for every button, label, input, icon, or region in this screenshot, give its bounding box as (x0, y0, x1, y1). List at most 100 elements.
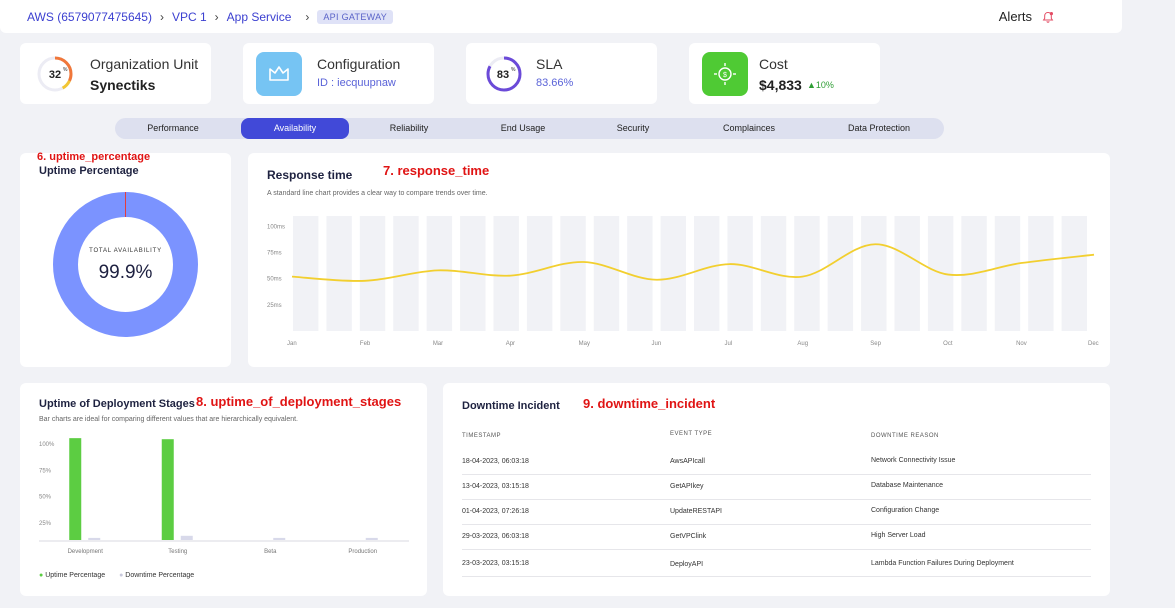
bell-icon[interactable] (1042, 11, 1054, 23)
header-timestamp: TIMESTAMP (462, 433, 502, 439)
sla-value: 83.66% (536, 77, 574, 89)
grid-column (426, 216, 453, 331)
configuration-title: Configuration (317, 56, 401, 72)
header-event-type: EVENT TYPE (670, 431, 713, 437)
grid-column (293, 216, 319, 331)
grid-column (326, 216, 352, 331)
legend-uptime: ● Uptime Percentage (39, 572, 105, 579)
header-downtime-reason: DOWNTIME REASON (871, 433, 939, 439)
downtime-incident-annotation: 9. downtime_incident (583, 396, 716, 411)
tab-security[interactable]: Security (579, 118, 687, 139)
cell-timestamp: 01-04-2023, 07:26:18 (462, 508, 529, 515)
cost-title: Cost (759, 56, 788, 72)
tab-complainces[interactable]: Complainces (693, 118, 805, 139)
cell-timestamp: 18-04-2023, 06:03:18 (462, 458, 529, 465)
tab-end-usage[interactable]: End Usage (469, 118, 577, 139)
cell-timestamp: 29-03-2023, 06:03:18 (462, 533, 529, 540)
sla-ring-value: 83 (497, 69, 509, 81)
configuration-id: ID : iecquupnaw (317, 77, 396, 89)
grid-column (359, 216, 386, 331)
deployment-stages-bar-chart: 100% 75% 50% 25% Development Testing Beta Produ… (39, 438, 409, 555)
y-tick-label: 100ms (267, 224, 285, 230)
response-time-line-chart: 100ms 75ms 50ms 25ms Jan Feb Mar Apr May Jun Jul Au… (267, 216, 1099, 347)
breadcrumb-item-aws[interactable]: AWS (6579077475645) (27, 10, 152, 24)
uptime-center-label: TOTAL AVAILABILITY (89, 248, 162, 254)
breadcrumb-item-vpc[interactable]: VPC 1 (172, 10, 207, 24)
breadcrumb-current: API GATEWAY (317, 10, 394, 24)
grid-column (694, 216, 720, 331)
x-tick-label: Testing (168, 549, 187, 555)
breadcrumb-item-app-service[interactable]: App Service (227, 10, 292, 24)
chevron-right-icon: › (305, 10, 310, 24)
cost-change-badge: ▲10% (807, 80, 834, 90)
grid-column (660, 216, 686, 331)
grid-column (1061, 216, 1087, 331)
grid-column (627, 216, 653, 331)
tab-data-protection[interactable]: Data Protection (821, 118, 937, 139)
y-tick-label: 50ms (267, 277, 282, 283)
org-unit-card[interactable]: 32 % Organization Unit Synectiks (20, 43, 211, 104)
downtime-bar (273, 537, 286, 540)
cost-card[interactable]: $ Cost $4,833 ▲10% (689, 43, 880, 104)
x-tick-label: Oct (943, 341, 953, 347)
grid-column (493, 216, 519, 331)
downtime-bar (365, 537, 378, 540)
x-tick-label: Apr (506, 341, 515, 347)
grid-column (994, 216, 1021, 331)
grid-column (727, 216, 753, 331)
breadcrumb: AWS (6579077475645) › VPC 1 › App Servic… (27, 10, 394, 24)
y-tick-label: 25% (39, 521, 52, 527)
x-tick-label: Mar (433, 341, 443, 347)
y-tick-label: 100% (39, 442, 55, 448)
configuration-card[interactable]: Configuration ID : iecquupnaw (243, 43, 434, 104)
uptime-center-value: 99.9% (98, 262, 153, 283)
x-tick-label: Dec (1088, 341, 1099, 347)
uptime-annotation: 6. uptime_percentage (37, 151, 151, 163)
uptime-title: Uptime Percentage (39, 165, 139, 177)
sla-ring-unit: % (511, 67, 516, 73)
x-tick-label: Aug (797, 341, 808, 347)
tab-availability[interactable]: Availability (241, 118, 349, 139)
legend-dot-icon: ● (119, 572, 124, 579)
x-tick-label: May (579, 341, 590, 347)
downtime-incident-card: Downtime Incident 9. downtime_incident T… (443, 383, 1110, 596)
top-bar: AWS (6579077475645) › VPC 1 › App Servic… (0, 0, 1122, 33)
grid-column (526, 216, 553, 331)
svg-text:$: $ (723, 72, 727, 79)
cell-event-type: AwsAPIcall (670, 458, 705, 465)
tab-reliability[interactable]: Reliability (355, 118, 463, 139)
downtime-bar (88, 537, 101, 540)
org-ring-value: 32 (49, 69, 61, 81)
cell-event-type: UpdateRESTAPI (670, 508, 723, 515)
grid-column (861, 216, 887, 331)
alerts-label: Alerts (998, 9, 1032, 24)
row-divider (462, 549, 1091, 550)
alerts-button[interactable]: Alerts (999, 9, 1054, 24)
dollar-icon: $ (702, 52, 748, 96)
chevron-right-icon: › (159, 10, 164, 24)
x-tick-label: Beta (264, 549, 277, 555)
tab-performance[interactable]: Performance (117, 118, 229, 139)
cost-change: 10% (815, 80, 834, 90)
response-time-card: Response time 7. response_time A standar… (248, 153, 1110, 367)
org-ring-unit: % (63, 67, 68, 73)
x-tick-label: Jul (724, 341, 732, 347)
uptime-percentage-card: TOTAL AVAILABILITY 99.9% (20, 153, 231, 367)
cell-timestamp: 13-04-2023, 03:15:18 (462, 483, 529, 490)
legend-downtime: ● Downtime Percentage (119, 572, 194, 579)
cell-downtime-reason: Network Connectivity Issue (871, 457, 956, 464)
org-progress-ring: 32 % (37, 56, 73, 92)
legend-uptime-label: Uptime Percentage (45, 572, 106, 579)
chevron-right-icon: › (214, 10, 219, 24)
x-tick-label: Feb (360, 341, 371, 347)
x-tick-label: Development (68, 549, 104, 555)
sla-card[interactable]: 83 % SLA 83.66% (466, 43, 657, 104)
grid-column (1028, 216, 1054, 331)
deployment-legend: ● Uptime Percentage ● Downtime Percentag… (39, 572, 194, 579)
grid-column (827, 216, 854, 331)
x-tick-label: Nov (1016, 341, 1027, 347)
grid-column (593, 216, 620, 331)
row-divider (462, 576, 1091, 577)
cell-timestamp: 23-03-2023, 03:15:18 (462, 560, 529, 567)
y-tick-label: 50% (39, 495, 52, 501)
